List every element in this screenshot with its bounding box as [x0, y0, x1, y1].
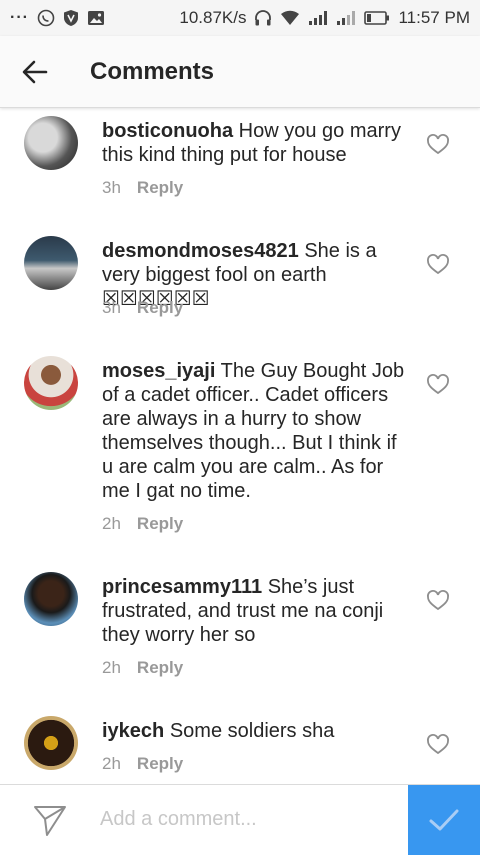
comment-text: Some soldiers sha: [169, 720, 335, 742]
reply-button[interactable]: Reply: [137, 178, 183, 198]
comment-username[interactable]: iykech: [102, 720, 164, 742]
comment-username[interactable]: bosticonuoha: [102, 120, 233, 142]
shield-icon: [63, 9, 79, 27]
post-comment-button[interactable]: [408, 785, 480, 855]
status-right: 10.87K/s 11:57 PM: [179, 8, 470, 28]
comment-time: 2h: [102, 514, 121, 533]
avatar[interactable]: [24, 116, 78, 170]
image-icon: [87, 10, 105, 26]
comment-time: 2h: [102, 658, 121, 677]
comment-composer: [0, 784, 480, 855]
comment-meta: 2h Reply: [102, 514, 183, 534]
paper-plane-icon: [34, 805, 66, 836]
back-button[interactable]: [0, 36, 70, 108]
comment-text-block: princesammy111 She’s just frustrated, an…: [102, 575, 412, 647]
comment-time: 3h: [102, 178, 121, 197]
comment-text-block: moses_iyaji The Guy Bought Job of a cade…: [102, 359, 412, 503]
comment-username[interactable]: moses_iyaji: [102, 360, 215, 382]
status-bar: ··· 10.87K/s 11:57 PM: [0, 0, 480, 36]
comment-time: 3h: [102, 298, 121, 317]
battery-icon: [364, 11, 390, 25]
heart-icon[interactable]: [426, 373, 450, 397]
heart-icon[interactable]: [426, 133, 450, 157]
avatar[interactable]: [24, 572, 78, 626]
comment-text-block: iykech Some soldiers sha: [102, 719, 412, 743]
wifi-icon: [280, 10, 300, 26]
comments-list[interactable]: bosticonuoha How you go marry this kind …: [0, 108, 480, 784]
reply-button[interactable]: Reply: [137, 514, 183, 534]
heart-icon[interactable]: [426, 589, 450, 613]
comment-meta: 2h Reply: [102, 754, 183, 774]
whatsapp-icon: [37, 9, 55, 27]
direct-share-button[interactable]: [0, 785, 100, 855]
comment-username[interactable]: princesammy111: [102, 576, 262, 598]
comment-meta: 2h Reply: [102, 658, 183, 678]
reply-button[interactable]: Reply: [137, 754, 183, 774]
checkmark-icon: [429, 809, 459, 831]
network-speed: 10.87K/s: [179, 8, 247, 27]
avatar[interactable]: [24, 356, 78, 410]
comment-username[interactable]: desmondmoses4821: [102, 240, 299, 262]
heart-icon[interactable]: [426, 733, 450, 757]
status-left: ···: [10, 9, 105, 27]
comment-meta: 3h Reply: [102, 178, 183, 198]
headphones-icon: [254, 9, 272, 27]
arrow-left-icon: [22, 60, 48, 83]
heart-icon[interactable]: [426, 253, 450, 277]
signal-icon: [308, 10, 328, 26]
app-header: Comments: [0, 36, 480, 108]
comment-input[interactable]: [100, 808, 400, 831]
avatar[interactable]: [24, 236, 78, 290]
comment-meta: 3h Reply: [102, 298, 183, 318]
reply-button[interactable]: Reply: [137, 658, 183, 678]
comment-time: 2h: [102, 754, 121, 773]
more-notifications-icon: ···: [10, 9, 29, 26]
reply-button[interactable]: Reply: [137, 298, 183, 318]
comment-text-block: bosticonuoha How you go marry this kind …: [102, 119, 412, 167]
page-title: Comments: [90, 57, 215, 85]
clock: 11:57 PM: [398, 8, 470, 27]
avatar[interactable]: [24, 716, 78, 770]
signal-2-icon: [336, 10, 356, 26]
